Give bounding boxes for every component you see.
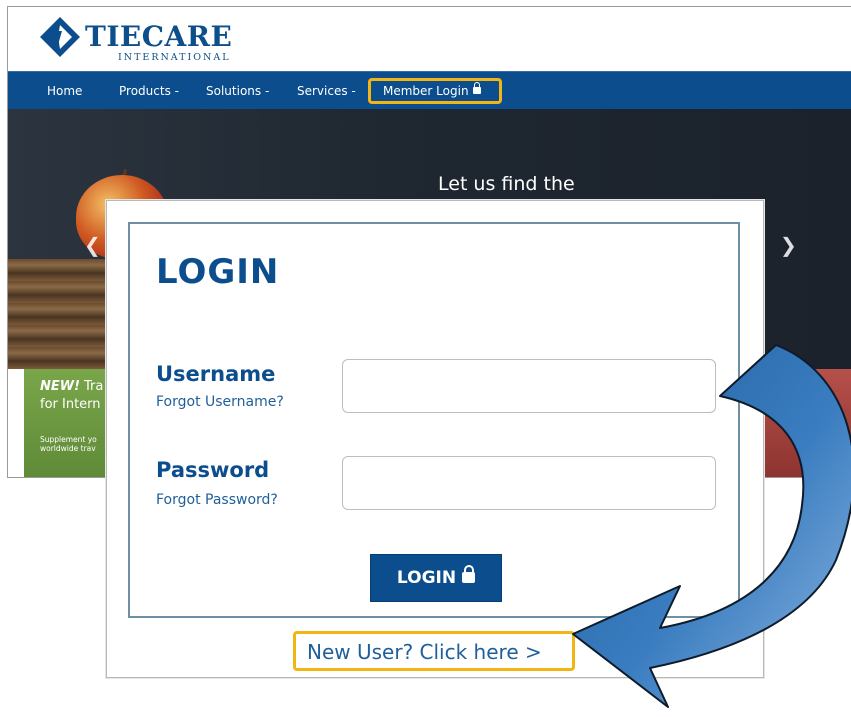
forgot-username-link[interactable]: Forgot Username? [156, 394, 284, 410]
main-nav: Home Products - Solutions - Services - M… [8, 71, 851, 110]
nav-member-login[interactable]: Member Login [383, 82, 481, 99]
login-button-label: LOGIN [396, 568, 457, 588]
new-user-link-highlight[interactable]: New User? Click here > [293, 631, 575, 671]
promo-title-line2: for Intern [40, 397, 101, 412]
login-panel: LOGIN Username Forgot Username? Password… [128, 222, 740, 618]
new-user-link[interactable]: New User? Click here > [307, 640, 542, 664]
nav-products[interactable]: Products - [119, 83, 179, 99]
promo-description: Supplement yo worldwide trav [40, 435, 97, 453]
forgot-password-link[interactable]: Forgot Password? [156, 492, 278, 508]
nav-member-login-label: Member Login [383, 84, 469, 98]
lock-icon [462, 565, 476, 583]
logo[interactable]: TIECARE INTERNATIONAL [38, 13, 268, 65]
logo-subtitle: INTERNATIONAL [118, 52, 231, 63]
nav-solutions[interactable]: Solutions - [206, 83, 269, 99]
password-label: Password [156, 458, 270, 482]
chevron-right-icon[interactable]: ❯ [780, 233, 797, 257]
nav-services[interactable]: Services - [297, 83, 356, 99]
username-label: Username [156, 362, 276, 386]
logo-title: TIECARE [85, 20, 233, 53]
nav-home[interactable]: Home [47, 83, 82, 99]
promo-new-label: NEW! [40, 379, 81, 394]
hero-headline: Let us find the [438, 173, 575, 195]
login-button[interactable]: LOGIN [370, 554, 502, 602]
promo-description-line1: Supplement yo [40, 435, 97, 444]
promo-title: Tra [84, 379, 104, 394]
username-input[interactable] [342, 359, 716, 413]
logo-mark-icon [40, 17, 80, 57]
lock-icon [472, 82, 481, 94]
password-input[interactable] [342, 456, 716, 510]
login-card: LOGIN Username Forgot Username? Password… [106, 200, 764, 678]
chevron-left-icon[interactable]: ❮ [84, 233, 101, 257]
login-title: LOGIN [156, 252, 280, 292]
promo-description-line2: worldwide trav [40, 444, 96, 453]
